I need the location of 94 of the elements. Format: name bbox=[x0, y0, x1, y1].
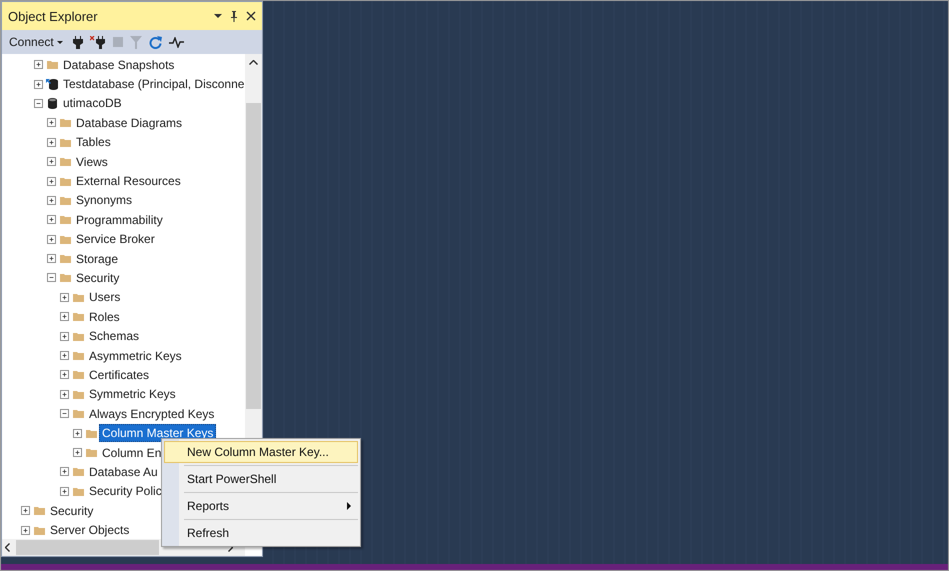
folder-icon bbox=[60, 176, 70, 186]
tree-item[interactable]: Certificates bbox=[86, 366, 152, 384]
folder-icon bbox=[72, 409, 84, 418]
expand-icon[interactable] bbox=[73, 448, 82, 457]
collapse-icon[interactable] bbox=[34, 98, 43, 108]
database-icon bbox=[48, 98, 56, 109]
folder-icon bbox=[72, 351, 84, 360]
expand-icon[interactable] bbox=[60, 332, 69, 341]
tree-item[interactable]: Always Encrypted Keys bbox=[86, 404, 218, 423]
tree-item[interactable]: Symmetric Keys bbox=[86, 385, 179, 404]
expand-icon[interactable] bbox=[47, 254, 56, 264]
expand-icon[interactable] bbox=[47, 138, 56, 147]
expand-icon[interactable] bbox=[21, 506, 30, 516]
menu-item[interactable]: Reports bbox=[164, 495, 358, 517]
tree-item[interactable]: Database Diagrams bbox=[73, 114, 186, 132]
plug-icon[interactable] bbox=[72, 36, 83, 48]
folder-icon bbox=[60, 234, 70, 244]
tree-item[interactable]: Service Broker bbox=[73, 230, 158, 248]
panel-title: Object Explorer bbox=[8, 8, 99, 24]
folder-icon bbox=[72, 370, 84, 380]
folder-icon bbox=[72, 467, 84, 476]
tree-item[interactable]: Synonyms bbox=[73, 191, 136, 210]
tree-item[interactable]: Column En bbox=[99, 444, 164, 462]
expand-icon[interactable] bbox=[34, 60, 43, 70]
dropdown-icon[interactable] bbox=[214, 14, 222, 18]
folder-icon bbox=[72, 390, 84, 399]
database-icon bbox=[46, 78, 58, 90]
folder-icon bbox=[60, 138, 70, 147]
expand-icon[interactable] bbox=[60, 390, 69, 399]
submenu-arrow-icon bbox=[347, 502, 351, 510]
collapse-icon[interactable] bbox=[47, 273, 56, 282]
expand-icon[interactable] bbox=[47, 176, 56, 186]
folder-icon bbox=[60, 118, 70, 128]
folder-icon bbox=[46, 60, 58, 70]
disconnect-icon[interactable] bbox=[90, 36, 106, 48]
folder-icon bbox=[72, 486, 84, 496]
folder-icon bbox=[86, 428, 96, 438]
expand-icon[interactable] bbox=[60, 312, 69, 322]
folder-icon bbox=[60, 273, 70, 282]
tree-item[interactable]: Tables bbox=[73, 133, 114, 152]
caret-icon bbox=[56, 40, 63, 44]
tree-item[interactable]: Testdatabase (Principal, Disconne bbox=[60, 75, 245, 94]
tree-item[interactable]: Database Au bbox=[86, 462, 161, 481]
connect-button[interactable]: Connect bbox=[6, 33, 66, 51]
tree-item[interactable]: utimacoDB bbox=[60, 94, 125, 112]
scrollbar-thumb[interactable] bbox=[246, 103, 261, 409]
folder-icon bbox=[60, 196, 70, 205]
scroll-left-icon[interactable] bbox=[5, 543, 10, 552]
folder-icon bbox=[34, 506, 44, 516]
tree-item[interactable]: Server Objects bbox=[47, 521, 132, 539]
tree-item[interactable]: Schemas bbox=[86, 327, 142, 346]
scroll-up-icon[interactable] bbox=[249, 60, 258, 65]
expand-icon[interactable] bbox=[60, 486, 69, 496]
expand-icon[interactable] bbox=[47, 157, 56, 166]
menu-item[interactable]: Start PowerShell bbox=[164, 468, 358, 490]
expand-icon[interactable] bbox=[73, 428, 82, 438]
expand-icon[interactable] bbox=[60, 370, 69, 380]
scrollbar-thumb[interactable] bbox=[16, 540, 159, 555]
folder-icon bbox=[86, 448, 96, 457]
expand-icon[interactable] bbox=[60, 292, 69, 302]
folder-icon bbox=[60, 215, 70, 224]
activity-monitor-icon[interactable] bbox=[168, 36, 184, 48]
collapse-icon[interactable] bbox=[60, 409, 69, 418]
folder-icon bbox=[34, 526, 44, 535]
tree-item[interactable]: Asymmetric Keys bbox=[86, 346, 185, 365]
tree-item[interactable]: External Resources bbox=[73, 172, 184, 190]
folder-icon bbox=[60, 254, 70, 264]
expand-icon[interactable] bbox=[47, 234, 56, 244]
tree-item[interactable]: Database Snapshots bbox=[60, 56, 178, 74]
tree-item[interactable]: Column Master Keys bbox=[99, 424, 216, 442]
refresh-icon[interactable] bbox=[148, 36, 162, 48]
folder-icon bbox=[72, 312, 84, 322]
folder-icon bbox=[72, 332, 84, 341]
close-icon[interactable] bbox=[246, 11, 256, 21]
menu-item[interactable]: Refresh bbox=[164, 522, 358, 544]
tree-item[interactable]: Security bbox=[73, 268, 122, 287]
pin-icon[interactable] bbox=[230, 10, 238, 22]
expand-icon[interactable] bbox=[21, 526, 30, 535]
tree-item[interactable]: Roles bbox=[86, 308, 123, 326]
tree-item[interactable]: Security Polic bbox=[86, 482, 165, 500]
expand-icon[interactable] bbox=[60, 351, 69, 360]
tree-item[interactable]: Views bbox=[73, 152, 111, 171]
expand-icon[interactable] bbox=[60, 467, 69, 476]
expand-icon[interactable] bbox=[47, 118, 56, 128]
tree-item[interactable]: Storage bbox=[73, 250, 122, 268]
expand-icon[interactable] bbox=[47, 196, 56, 205]
expand-icon[interactable] bbox=[47, 215, 56, 224]
tree-item[interactable]: Users bbox=[86, 288, 124, 306]
tree-item[interactable]: Programmability bbox=[73, 210, 166, 229]
tree-item[interactable]: Security bbox=[47, 502, 96, 520]
expand-icon[interactable] bbox=[34, 80, 43, 89]
folder-icon bbox=[60, 157, 70, 166]
menu-item[interactable]: New Column Master Key... bbox=[164, 441, 358, 463]
folder-icon bbox=[72, 292, 84, 302]
